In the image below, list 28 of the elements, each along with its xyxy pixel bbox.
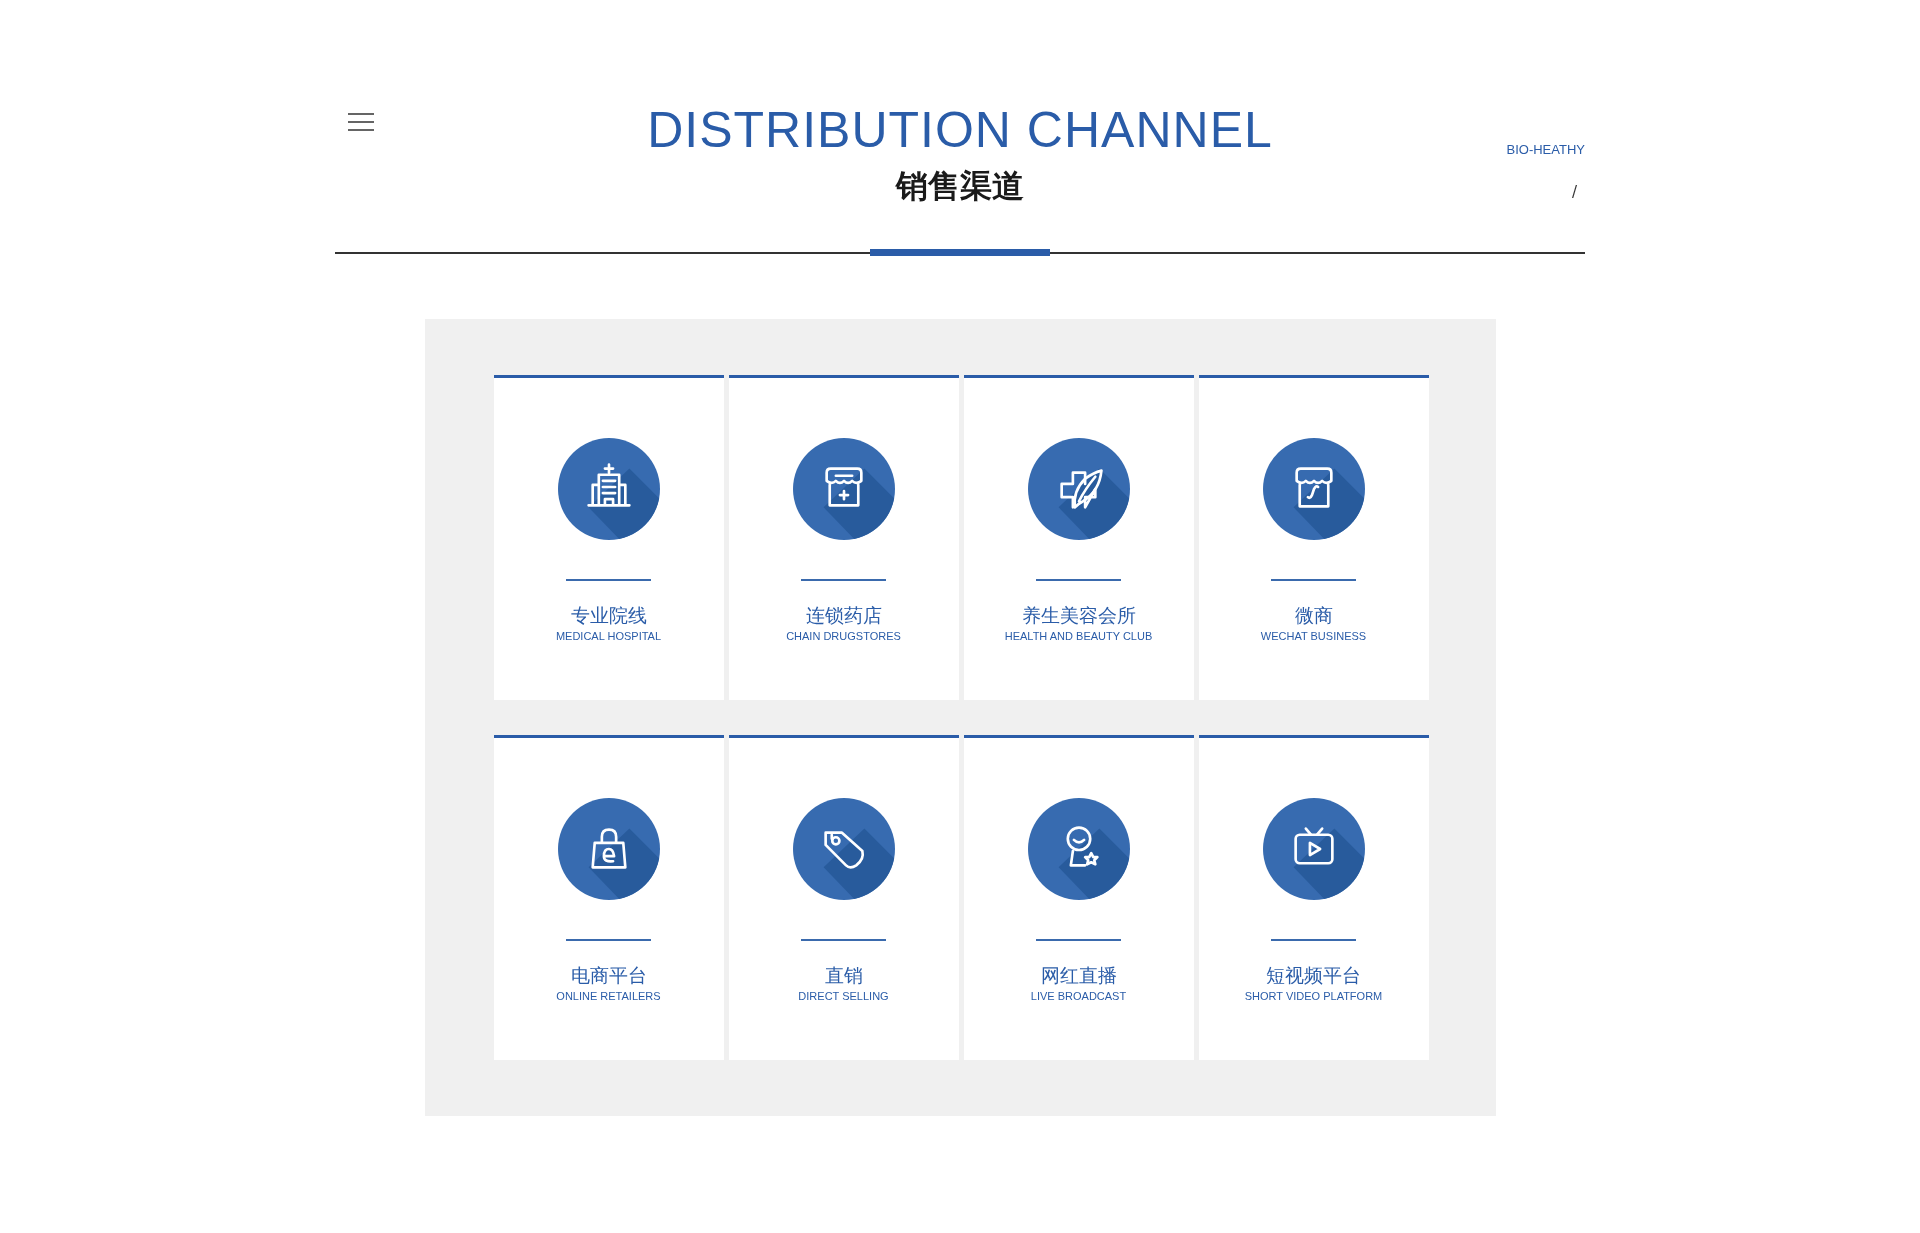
- storefront-icon: [1262, 438, 1365, 540]
- channel-english-name: ONLINE RETAILERS: [556, 990, 661, 1002]
- channel-english-name: MEDICAL HOSPITAL: [555, 630, 662, 642]
- channel-name: 微商: [1294, 603, 1333, 627]
- channel-english-name: SHORT VIDEO PLATFORM: [1244, 990, 1383, 1002]
- channel-english-name: CHAIN DRUGSTORES: [786, 630, 901, 642]
- channel-name: 网红直播: [1040, 963, 1117, 987]
- section-title: DISTRIBUTION CHANNEL: [647, 101, 1273, 160]
- price-tag-icon: [792, 798, 895, 900]
- channel-english-name: WECHAT BUSINESS: [1260, 630, 1367, 642]
- channel-name: 短视频平台: [1266, 963, 1361, 987]
- hospital-building-icon: [557, 438, 660, 540]
- brand-text: BIO-HEATHY: [1506, 142, 1585, 157]
- shopping-bag-icon: [557, 798, 660, 900]
- channel-english-name: DIRECT SELLING: [798, 990, 889, 1002]
- cross-leaf-icon: [1027, 438, 1130, 540]
- section-subtitle: 销售渠道: [896, 166, 1024, 206]
- channel-name: 专业院线: [570, 603, 647, 627]
- channel-name: 电商平台: [570, 963, 647, 987]
- channel-english-name: LIVE BROADCAST: [1030, 990, 1127, 1002]
- channel-name: 直销: [824, 963, 863, 987]
- channel-name: 养生美容会所: [1021, 603, 1136, 627]
- channel-name: 连锁药店: [805, 603, 882, 627]
- channel-english-name: HEALTH AND BEAUTY CLUB: [1004, 630, 1153, 642]
- separator-text: /: [1571, 183, 1577, 201]
- tv-play-icon: [1262, 798, 1365, 900]
- menu-icon[interactable]: [348, 113, 374, 131]
- storefront-icon: [792, 438, 895, 540]
